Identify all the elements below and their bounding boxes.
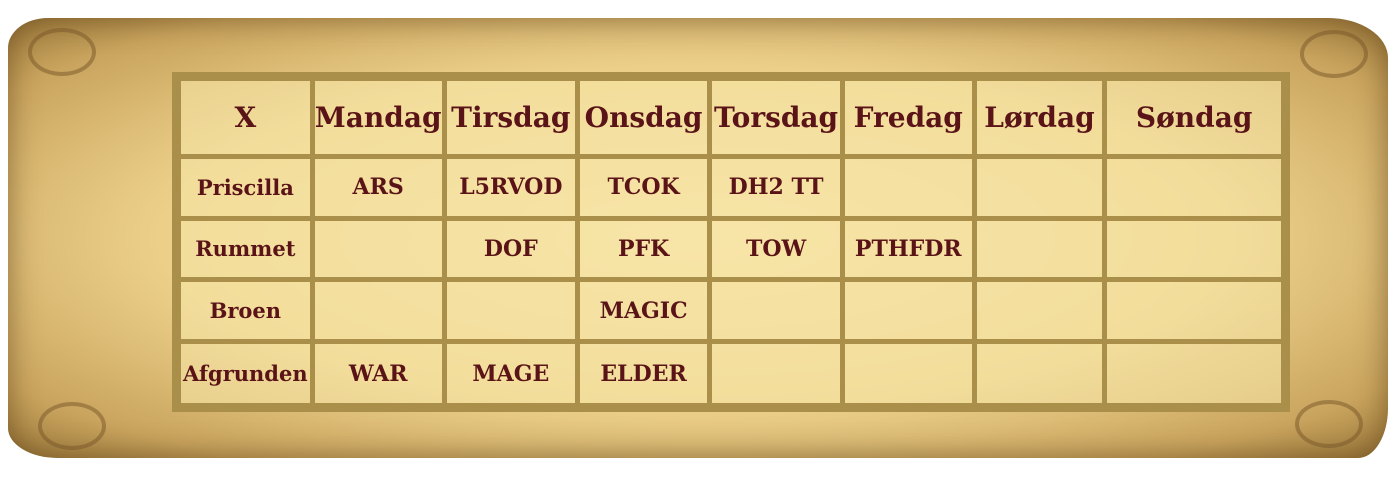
header-cell: Lørdag (971, 74, 1108, 159)
row-label: Afgrunden (174, 339, 315, 410)
schedule-cell (839, 339, 977, 410)
schedule-table: X Mandag Tirsdag Onsdag Torsdag Fredag L… (172, 72, 1290, 412)
swirl-ornament (28, 28, 96, 76)
table-row: Broen MAGIC (174, 277, 1288, 345)
schedule-cell (839, 277, 977, 345)
schedule-cell (839, 153, 977, 221)
schedule-cell (971, 277, 1108, 345)
table-row: Afgrunden WAR MAGE ELDER (174, 339, 1288, 410)
header-row: X Mandag Tirsdag Onsdag Torsdag Fredag L… (174, 74, 1288, 159)
schedule-cell (1102, 339, 1288, 410)
header-cell: Fredag (839, 74, 977, 159)
schedule-cell (1102, 277, 1288, 345)
schedule-cell: TCOK (574, 153, 713, 221)
schedule-cell (971, 339, 1108, 410)
schedule-cell (441, 277, 580, 345)
row-label: Rummet (174, 215, 315, 283)
schedule-cell (309, 277, 447, 345)
schedule-cell (1102, 215, 1288, 283)
header-cell: Tirsdag (441, 74, 580, 159)
schedule-cell: TOW (707, 215, 845, 283)
schedule-cell: ARS (309, 153, 447, 221)
swirl-ornament (1300, 30, 1368, 78)
schedule-cell: PFK (574, 215, 713, 283)
schedule-cell: MAGE (441, 339, 580, 410)
swirl-ornament (1295, 400, 1363, 448)
schedule-cell (707, 277, 845, 345)
row-label: Broen (174, 277, 315, 345)
schedule-cell (971, 153, 1108, 221)
header-cell: Onsdag (574, 74, 713, 159)
schedule-cell: L5RVOD (441, 153, 580, 221)
schedule-cell: PTHFDR (839, 215, 977, 283)
schedule-cell: ELDER (574, 339, 713, 410)
header-cell: Torsdag (707, 74, 845, 159)
header-cell: Mandag (309, 74, 447, 159)
schedule-cell (971, 215, 1108, 283)
schedule-cell (309, 215, 447, 283)
schedule-cell (1102, 153, 1288, 221)
schedule-cell: MAGIC (574, 277, 713, 345)
schedule-cell: DH2 TT (707, 153, 845, 221)
schedule-cell (707, 339, 845, 410)
row-label: Priscilla (174, 153, 315, 221)
swirl-ornament (38, 402, 106, 450)
header-cell: Søndag (1102, 74, 1288, 159)
table-row: Priscilla ARS L5RVOD TCOK DH2 TT (174, 153, 1288, 221)
table-row: Rummet DOF PFK TOW PTHFDR (174, 215, 1288, 283)
header-cell: X (174, 74, 315, 159)
schedule-cell: WAR (309, 339, 447, 410)
schedule-cell: DOF (441, 215, 580, 283)
